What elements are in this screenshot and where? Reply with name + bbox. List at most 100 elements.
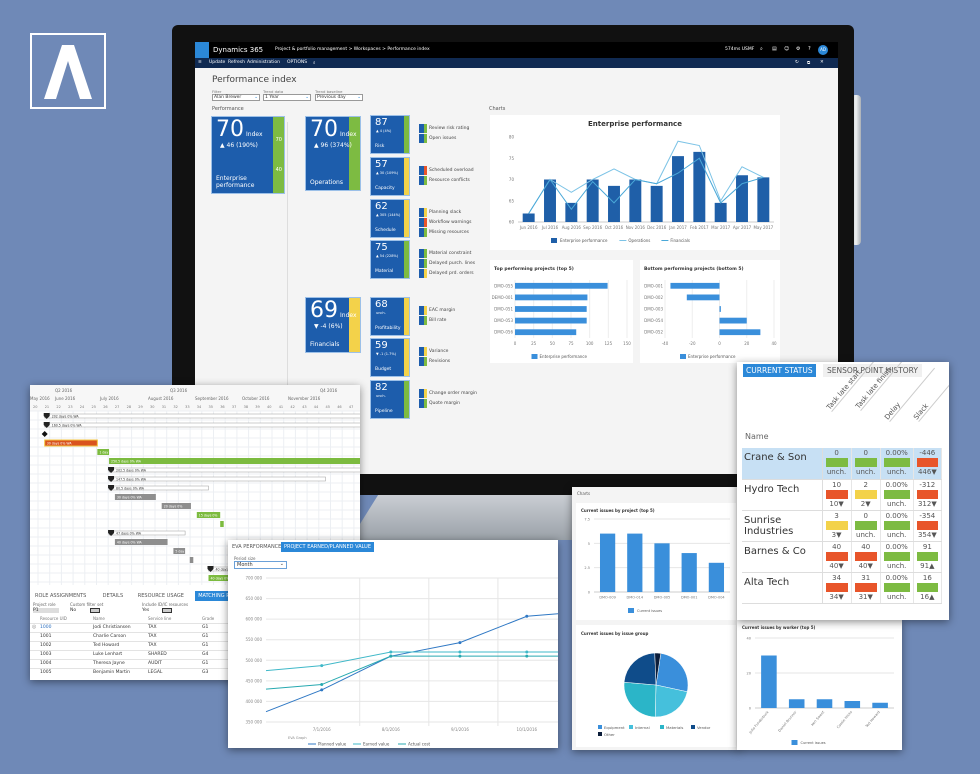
bar[interactable] — [719, 317, 747, 324]
filter-select[interactable]: Previous day ⌄ — [315, 94, 363, 101]
bar[interactable] — [757, 177, 770, 222]
search-icon[interactable]: ⌕ — [760, 46, 763, 52]
indicator-yellow[interactable] — [419, 208, 427, 217]
app-launcher-icon[interactable] — [195, 42, 209, 58]
tab-eva-performance[interactable]: EVA PERFORMANCE — [230, 542, 283, 552]
bar[interactable] — [686, 294, 720, 301]
bar[interactable] — [844, 701, 861, 708]
bar[interactable] — [693, 151, 706, 222]
toggle-switch[interactable] — [162, 608, 172, 613]
data-point[interactable] — [525, 614, 529, 618]
column-header[interactable]: Grade — [202, 616, 214, 621]
table-row[interactable] — [30, 623, 230, 624]
bar[interactable] — [816, 699, 833, 708]
bar[interactable] — [719, 306, 721, 312]
tile-capacity[interactable]: 57 ▲ 30 (109%) Capacity — [371, 158, 409, 195]
tile-budget[interactable]: 59 ▼ -1 (1.7%) Budget — [371, 339, 409, 376]
data-point[interactable] — [389, 654, 393, 658]
table-cell[interactable]: 1003 — [40, 652, 51, 657]
indicator-green[interactable] — [419, 124, 427, 133]
milestone-diamond-icon[interactable] — [41, 431, 48, 437]
data-point[interactable] — [525, 654, 529, 658]
close-icon[interactable]: ✕ — [820, 60, 824, 65]
refresh-icon[interactable]: ↻ — [795, 60, 799, 65]
period-size-select[interactable]: Month ⌄ — [234, 561, 287, 569]
filter-select[interactable]: Alan Brewer ⌄ — [212, 94, 260, 101]
table-cell[interactable]: 1005 — [40, 670, 51, 675]
data-point[interactable] — [525, 650, 529, 654]
status-row[interactable]: Hydro Tech 10 10▼ 2 2▼ 0.00% unch. -312 312▼ — [742, 479, 943, 511]
bar[interactable] — [565, 202, 578, 222]
update-button[interactable]: Update — [209, 60, 225, 65]
table-row[interactable] — [30, 641, 230, 642]
table-row[interactable] — [30, 632, 230, 633]
pie-slice-materials[interactable] — [623, 681, 657, 718]
indicator-yellow[interactable] — [419, 269, 427, 278]
options-button[interactable]: OPTIONS — [287, 60, 307, 65]
bar[interactable] — [608, 185, 620, 222]
bar[interactable] — [872, 702, 888, 708]
indicator-red[interactable] — [419, 218, 427, 227]
tile-pipeline[interactable]: 82 unch. Pipeline — [371, 381, 409, 418]
field-value[interactable]: P1 — [33, 608, 59, 613]
bar[interactable] — [515, 317, 587, 324]
indicator-green[interactable] — [419, 316, 427, 325]
task-bar[interactable] — [189, 557, 194, 563]
refresh-button[interactable]: Refresh — [228, 60, 245, 65]
task-bar[interactable] — [109, 458, 360, 464]
tile-risk[interactable]: 87 ▲ 4 (4%) Risk — [371, 116, 409, 153]
task-bar[interactable] — [220, 521, 224, 527]
table-row[interactable] — [30, 668, 230, 669]
table-cell[interactable]: 1000 — [40, 625, 51, 630]
indicator-green[interactable] — [419, 228, 427, 237]
field-value[interactable]: Yes — [142, 608, 149, 613]
bar[interactable] — [681, 553, 697, 592]
administration-button[interactable]: Administration — [247, 60, 280, 65]
indicator-green[interactable] — [419, 134, 427, 143]
indicator-yellow[interactable] — [419, 347, 427, 356]
tab-role-assignments[interactable]: ROLE ASSIGNMENTS — [32, 591, 89, 601]
summary-bar[interactable] — [108, 467, 360, 473]
tile-schedule[interactable]: 62 ▲ 305 (144%) Schedule — [371, 200, 409, 237]
bar[interactable] — [515, 282, 608, 289]
data-point[interactable] — [320, 683, 324, 687]
table-cell[interactable]: 1002 — [40, 643, 51, 648]
field-value[interactable]: No — [70, 608, 76, 613]
bar[interactable] — [515, 294, 588, 301]
tile-enterprise-performance[interactable]: 70 Index ▲ 46 (190%) Enterprise performance… — [212, 117, 284, 193]
status-row[interactable]: Sunrise Industries 3 3▼ 0 unch. 0.00% unch. -35… — [742, 510, 943, 542]
status-row[interactable]: Barnes & Co 40 40▼ 40 40▼ 0.00% unch. 91 91▲ — [742, 541, 943, 573]
bar[interactable] — [599, 533, 616, 592]
tile-profitability[interactable]: 68 unch. Profitability — [371, 298, 409, 335]
popout-icon[interactable]: ⧉ — [807, 60, 810, 66]
gear-icon[interactable]: ⚙ — [796, 46, 800, 52]
tile-financials[interactable]: 69 Index ▼ -4 (6%) Financials — [306, 298, 360, 352]
status-row[interactable]: Alta Tech 34 34▼ 31 31▼ 0.00% unch. 16 16▲ — [742, 572, 943, 604]
search-icon[interactable]: ⌕ — [313, 60, 316, 66]
bar[interactable] — [654, 543, 670, 592]
data-point[interactable] — [458, 641, 462, 645]
data-point[interactable] — [458, 654, 462, 658]
toggle-switch[interactable] — [90, 608, 100, 613]
menu-icon[interactable]: ≡ — [198, 60, 202, 65]
company-selector[interactable]: 574ms USMF — [725, 47, 754, 52]
indicator-green[interactable] — [419, 357, 427, 366]
bar[interactable] — [672, 156, 684, 222]
pie-slice-vendor[interactable] — [623, 652, 657, 686]
bar[interactable] — [788, 699, 805, 708]
tab-current-status[interactable]: CURRENT STATUS — [743, 364, 816, 377]
data-point[interactable] — [320, 664, 324, 668]
indicator-green[interactable] — [419, 399, 427, 408]
indicator-yellow[interactable] — [419, 389, 427, 398]
avatar[interactable]: AD — [818, 45, 828, 55]
bar[interactable] — [522, 213, 535, 223]
bar[interactable] — [515, 329, 577, 336]
summary-bar[interactable] — [44, 422, 360, 428]
indicator-green[interactable] — [419, 259, 427, 268]
bar[interactable] — [708, 562, 725, 592]
bar[interactable] — [670, 282, 720, 289]
tab-resource-usage[interactable]: RESOURCE USAGE — [135, 591, 187, 601]
indicator-green[interactable] — [419, 176, 427, 185]
tile-material[interactable]: 75 ▲ 54 (228%) Material — [371, 241, 409, 278]
indicator-red[interactable] — [419, 166, 427, 175]
